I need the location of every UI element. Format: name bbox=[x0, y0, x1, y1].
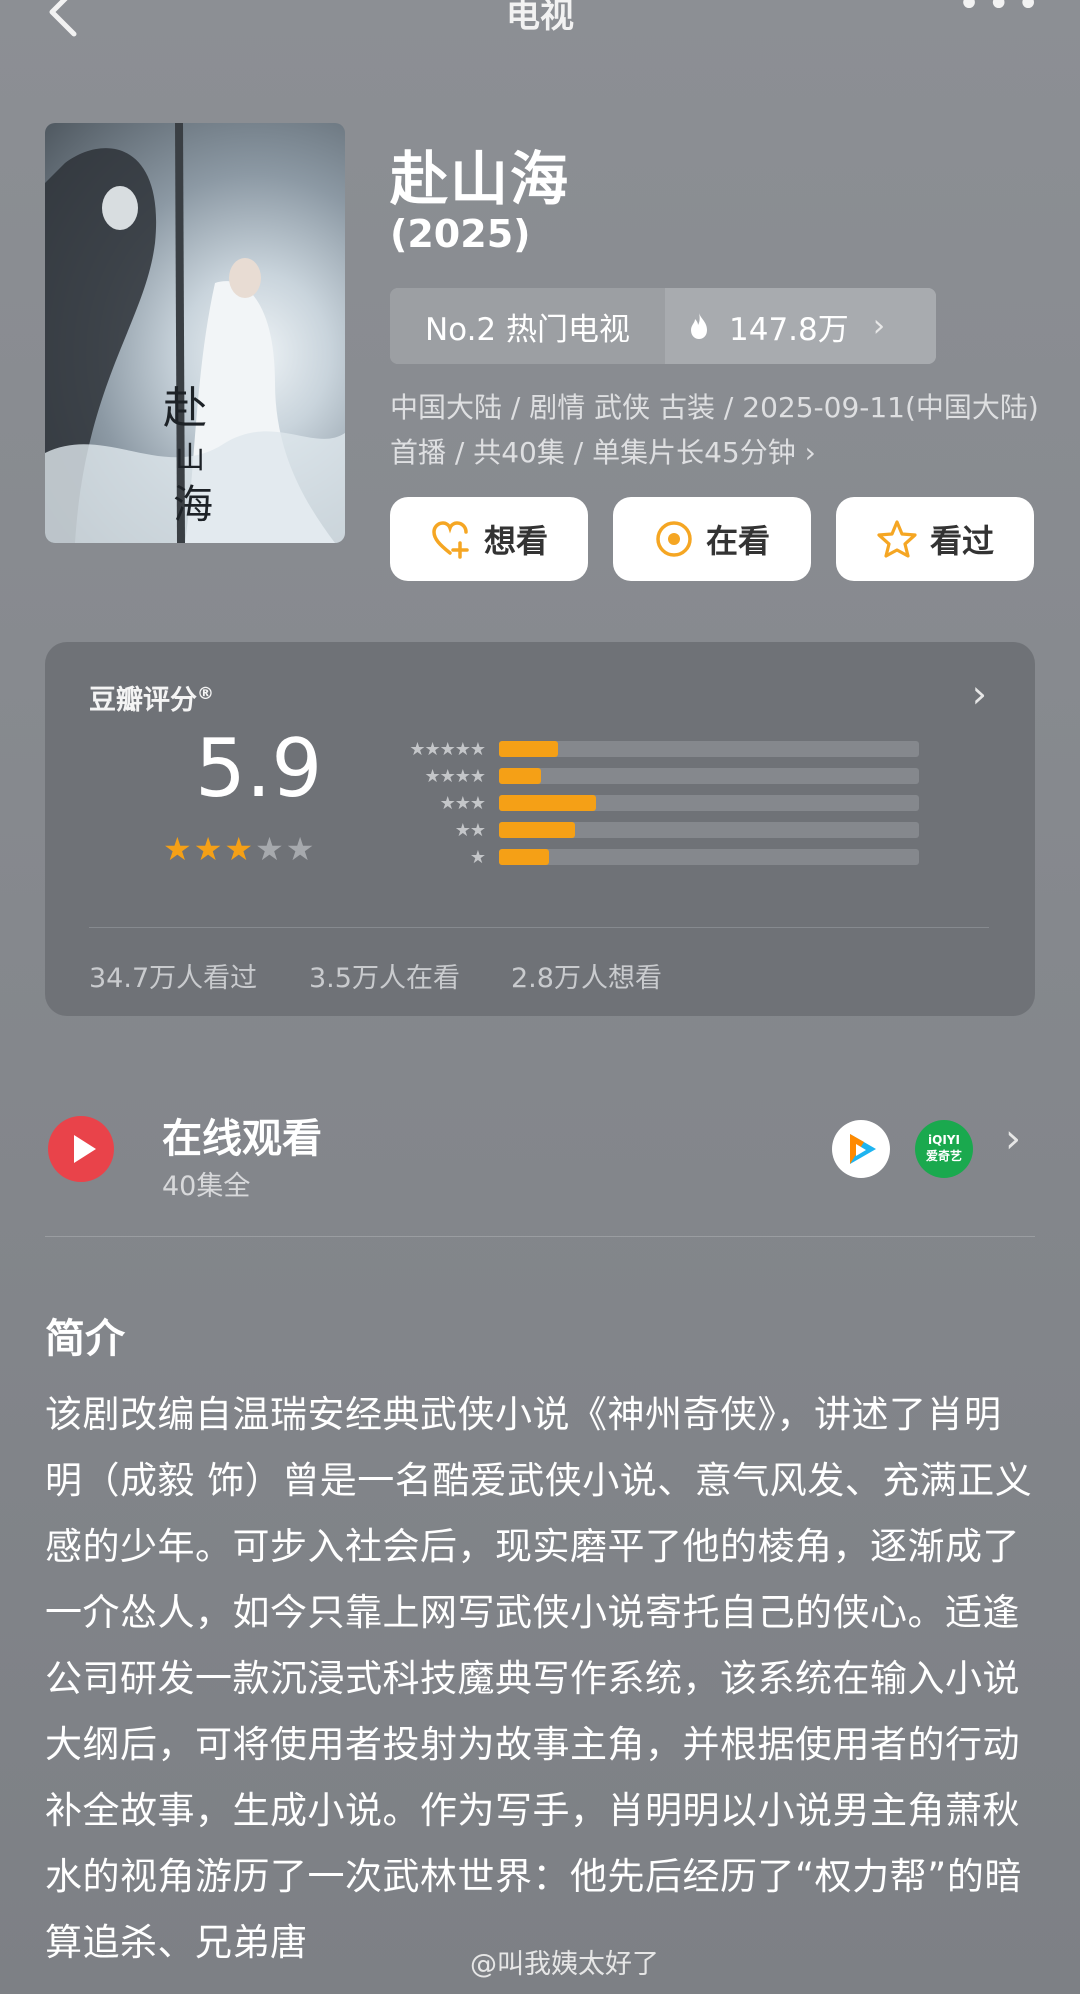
rank-label: No.2 热门电视 bbox=[390, 288, 665, 364]
meta-info[interactable]: 中国大陆 / 剧情 武侠 古装 / 2025-09-11(中国大陆)首播 / 共… bbox=[390, 385, 1040, 475]
rating-bar-3: ★★★ bbox=[375, 792, 919, 814]
stat-watched: 34.7万人看过 bbox=[89, 963, 258, 994]
poster-calligraphy: 赴 bbox=[163, 383, 207, 434]
rating-card[interactable]: 豆瓣评分® › 5.9 ★★★★★ ★★★★★ ★★★★ ★★★ ★★ ★ 34… bbox=[45, 642, 1035, 1016]
rating-bar-5: ★★★★★ bbox=[375, 738, 919, 760]
star-filled-icon: ★ bbox=[224, 830, 256, 868]
rating-bar-fill bbox=[499, 795, 596, 811]
stat-want: 2.8万人想看 bbox=[511, 963, 662, 994]
want-to-watch-label: 想看 bbox=[483, 522, 548, 560]
star-empty-icon: ★ bbox=[255, 830, 286, 868]
rating-bar-fill bbox=[499, 822, 575, 838]
stat-watching: 3.5万人在看 bbox=[309, 963, 460, 994]
intro-text: 该剧改编自温瑞安经典武侠小说《神州奇侠》，讲述了肖明明（成毅 饰）曾是一名酷爱武… bbox=[45, 1393, 1033, 1964]
watched-button[interactable]: 看过 bbox=[836, 497, 1034, 581]
rating-stars: ★★★★★ bbox=[163, 830, 316, 868]
rating-bar-fill bbox=[499, 741, 558, 757]
watching-button[interactable]: 在看 bbox=[613, 497, 811, 581]
movie-title: 赴山海 bbox=[390, 145, 571, 213]
intro-title: 简介 bbox=[45, 1316, 125, 1362]
online-watch-title[interactable]: 在线观看 bbox=[162, 1106, 322, 1164]
star-filled-icon: ★ bbox=[163, 830, 194, 868]
flame-icon bbox=[691, 313, 707, 339]
poster-image[interactable]: 赴 山 海 bbox=[45, 123, 345, 543]
rating-label: 豆瓣评分® bbox=[89, 684, 214, 716]
want-to-watch-button[interactable]: 想看 bbox=[390, 497, 588, 581]
rating-bar-1: ★ bbox=[375, 846, 919, 868]
svg-text:山: 山 bbox=[175, 441, 205, 476]
movie-year: (2025) bbox=[390, 212, 531, 256]
target-icon bbox=[656, 521, 692, 557]
watched-label: 看过 bbox=[929, 522, 994, 560]
iqiyi-icon[interactable]: iQIYI 爱奇艺 bbox=[915, 1120, 973, 1178]
rating-bar-fill bbox=[499, 768, 541, 784]
rating-score: 5.9 bbox=[195, 722, 323, 815]
chevron-right-icon: › bbox=[872, 308, 886, 344]
star-filled-icon: ★ bbox=[193, 830, 225, 868]
rating-bar-fill bbox=[499, 849, 550, 865]
online-watch-subtitle: 40集全 bbox=[162, 1171, 251, 1202]
watermark: @叫我姨太好了 bbox=[470, 1949, 659, 1980]
heat-value: 147.8万 bbox=[729, 311, 849, 348]
chevron-right-icon[interactable]: › bbox=[972, 672, 987, 716]
svg-text:海: 海 bbox=[173, 482, 213, 528]
heart-plus-icon bbox=[432, 521, 469, 559]
star-empty-icon: ★ bbox=[285, 830, 317, 868]
play-icon[interactable] bbox=[48, 1116, 114, 1182]
divider bbox=[45, 1236, 1035, 1237]
tencent-video-icon[interactable] bbox=[832, 1120, 890, 1178]
chevron-right-icon[interactable]: › bbox=[1005, 1116, 1021, 1162]
rating-bar-2: ★★ bbox=[375, 819, 919, 841]
star-outline-icon bbox=[877, 520, 917, 558]
heat-section: 147.8万 › bbox=[665, 288, 936, 364]
divider bbox=[89, 927, 989, 928]
rating-bar-4: ★★★★ bbox=[375, 765, 919, 787]
watching-label: 在看 bbox=[705, 522, 770, 560]
rank-pill[interactable]: No.2 热门电视 147.8万 › bbox=[390, 288, 936, 364]
page-title: 电视 bbox=[506, 0, 574, 36]
more-icon[interactable]: ••• bbox=[957, 0, 1046, 24]
